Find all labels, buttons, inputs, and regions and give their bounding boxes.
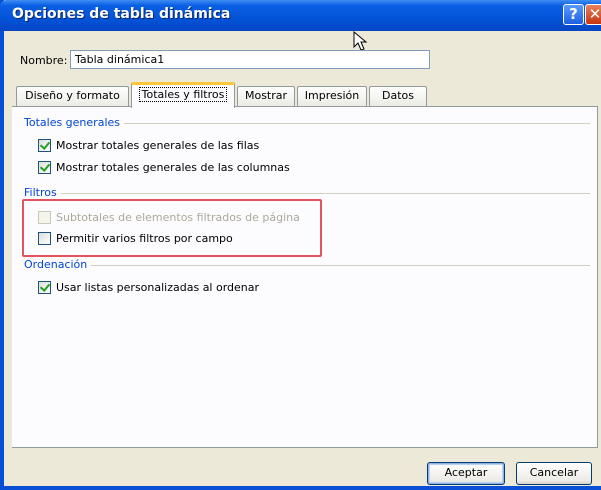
tab-label: Diseño y formato [25,89,120,102]
tab-panel-totales-filtros [12,106,598,448]
accept-button[interactable]: Aceptar [427,462,505,485]
checkbox-row-totales-filas[interactable]: Mostrar totales generales de las filas [38,139,259,152]
close-button[interactable]: ✕ [585,4,601,25]
tab-datos[interactable]: Datos [369,86,427,106]
tab-label: Mostrar [244,89,288,102]
highlight-box [22,199,322,257]
section-divider [24,193,590,194]
tab-label: Totales y filtros [138,87,228,102]
help-icon: ? [569,5,578,23]
section-header-totales: Totales generales [24,116,124,129]
name-field-label: Nombre: [20,54,68,67]
help-button[interactable]: ? [563,4,584,25]
checkbox-row-totales-columnas[interactable]: Mostrar totales generales de las columna… [38,161,290,174]
checkbox-row-listas-personalizadas[interactable]: Usar listas personalizadas al ordenar [38,281,259,294]
tab-label: Datos [382,89,414,102]
tab-impresion[interactable]: Impresión [297,86,367,106]
checkbox-label: Mostrar totales generales de las columna… [56,161,290,174]
checkbox-listas-personalizadas[interactable] [38,281,51,294]
window-title: Opciones de tabla dinámica [12,6,231,22]
tab-diseno-formato[interactable]: Diseño y formato [16,86,129,106]
close-icon: ✕ [588,5,601,23]
tab-label: Impresión [304,89,360,102]
checkbox-label: Usar listas personalizadas al ordenar [56,281,260,294]
cancel-button[interactable]: Cancelar [516,462,592,485]
checkbox-totales-columnas[interactable] [38,161,51,174]
checkbox-totales-filas[interactable] [38,139,51,152]
section-divider [24,265,590,266]
section-header-filtros: Filtros [24,186,61,199]
tab-mostrar[interactable]: Mostrar [237,86,295,106]
tab-totales-filtros[interactable]: Totales y filtros [131,82,235,108]
section-header-ordenacion: Ordenación [24,258,92,271]
checkbox-label: Mostrar totales generales de las filas [56,139,260,152]
dialog-window: Opciones de tabla dinámica ? ✕ Nombre: T… [0,0,601,490]
title-bar[interactable]: Opciones de tabla dinámica ? ✕ [0,0,601,31]
name-input[interactable]: Tabla dinámica1 [70,50,430,69]
